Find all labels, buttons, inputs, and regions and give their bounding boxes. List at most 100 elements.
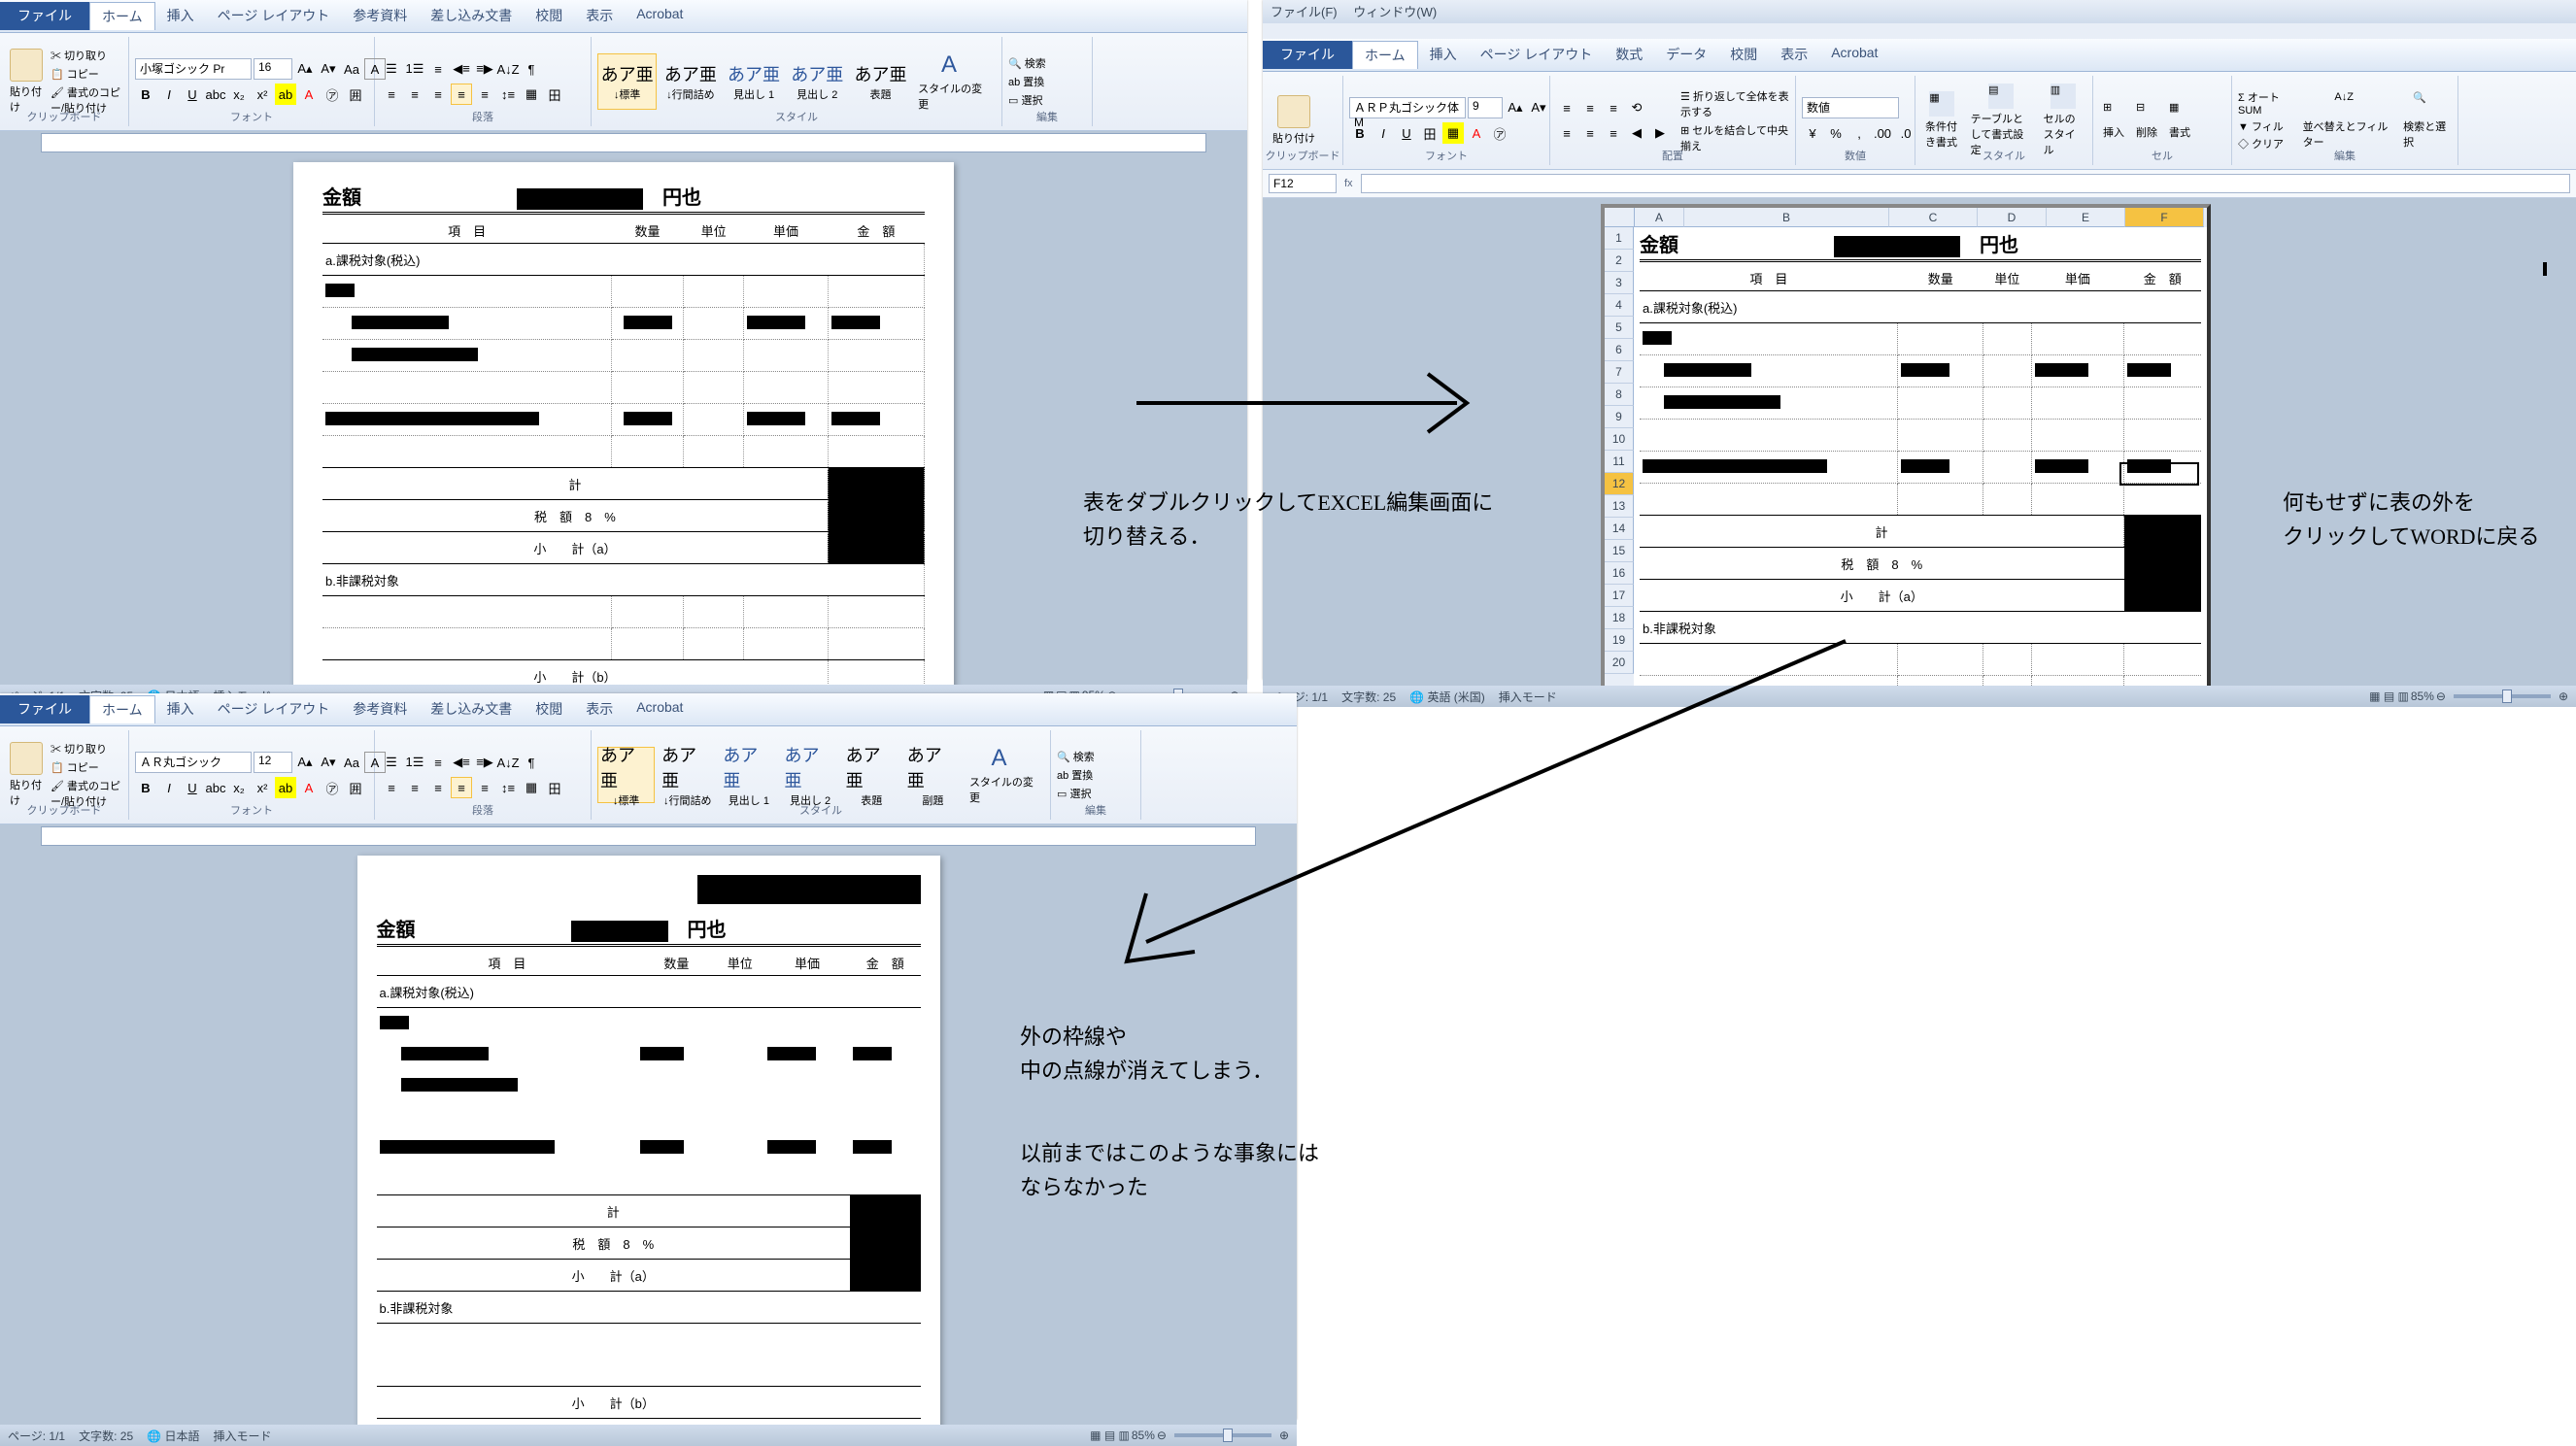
shrink-font-button[interactable]: A▾ — [1528, 97, 1549, 118]
menu-home[interactable]: ホーム — [89, 695, 155, 723]
copy-button[interactable]: 📋 コピー — [51, 759, 122, 775]
underline-button[interactable]: U — [1396, 122, 1417, 144]
cut-button[interactable]: ✂ 切り取り — [51, 741, 122, 757]
find-button[interactable]: 🔍 検索 — [1008, 55, 1046, 71]
grow-font-button[interactable]: A▴ — [1505, 97, 1526, 118]
delete-cells-button[interactable]: ⊟削除 — [2132, 99, 2161, 142]
sort-filter-button[interactable]: A↓Z並べ替えとフィルター — [2299, 89, 2396, 151]
align-right[interactable]: ≡ — [1603, 122, 1624, 144]
font-color-button[interactable]: A — [298, 84, 320, 105]
ruby-button[interactable]: ㋐ — [1489, 122, 1510, 144]
fill-color-button[interactable]: ▦ — [1442, 122, 1464, 144]
style-heading1[interactable]: あア亜見出し 1 — [724, 53, 783, 110]
view-buttons[interactable]: ▦ ▤ ▥ — [2369, 689, 2409, 703]
sheet-cells[interactable]: 金額 円也 項 目数量単位単価金 額 a.課税対象(税込) — [1634, 227, 2207, 686]
percent-button[interactable]: % — [1825, 122, 1847, 144]
zoom-level[interactable]: 85% — [1132, 1429, 1155, 1442]
menu-references[interactable]: 参考資料 — [341, 695, 419, 723]
font-color-button[interactable]: A — [1466, 122, 1487, 144]
font-name-select[interactable]: ＡＲ丸ゴシック — [135, 752, 252, 773]
numbering-button[interactable]: 1☰ — [404, 58, 425, 80]
borders-button[interactable]: 田 — [1419, 122, 1441, 144]
align-center[interactable]: ≡ — [1579, 122, 1601, 144]
replace-button[interactable]: ab 置換 — [1008, 74, 1046, 89]
menu-mailings[interactable]: 差し込み文書 — [419, 695, 524, 723]
menu-layout[interactable]: ページ レイアウト — [206, 695, 342, 723]
window-menu[interactable]: ウィンドウ(W) — [1353, 5, 1437, 19]
col-E[interactable]: E — [2047, 208, 2125, 227]
menu-file[interactable]: ファイル — [1263, 41, 1352, 69]
font-size-select[interactable]: 12 — [254, 752, 292, 773]
zoom-level[interactable]: 85% — [2411, 689, 2434, 703]
font-name-select[interactable]: ＡＲＰ丸ゴシック体M — [1349, 97, 1466, 118]
show-marks-button[interactable]: ¶ — [521, 58, 542, 80]
view-buttons[interactable]: ▦ ▤ ▥ — [1090, 1429, 1130, 1442]
menu-view[interactable]: 表示 — [574, 695, 625, 723]
paste-button[interactable]: 貼り付け — [6, 47, 47, 117]
file-menu[interactable]: ファイル(F) — [1271, 5, 1338, 19]
paste-button[interactable]: 貼り付け — [1269, 93, 1319, 148]
indent-inc-button[interactable]: ≡▶ — [474, 58, 495, 80]
menu-view[interactable]: 表示 — [574, 2, 625, 30]
grow-font-button[interactable]: A▴ — [294, 58, 316, 80]
ruler[interactable] — [41, 133, 1206, 152]
zoom-in-button[interactable]: ⊕ — [1279, 1429, 1289, 1442]
enclose-button[interactable]: 囲 — [345, 84, 366, 105]
active-cell[interactable] — [2119, 462, 2199, 486]
zoom-slider[interactable] — [1174, 1433, 1271, 1437]
align-right-button[interactable]: ≡ — [427, 84, 449, 105]
col-D[interactable]: D — [1978, 208, 2047, 227]
line-spacing-button[interactable]: ↕≡ — [497, 84, 519, 105]
col-A[interactable]: A — [1635, 208, 1684, 227]
align-top[interactable]: ≡ — [1556, 97, 1577, 118]
font-name-select[interactable]: 小塚ゴシック Pr — [135, 58, 252, 80]
style-normal[interactable]: あア亜↓標準 — [597, 747, 655, 803]
subscript-button[interactable]: x₂ — [228, 84, 250, 105]
ruler[interactable] — [41, 826, 1256, 846]
menu-data[interactable]: データ — [1654, 41, 1718, 69]
zoom-in-button[interactable]: ⊕ — [2559, 689, 2568, 703]
col-B[interactable]: B — [1684, 208, 1889, 227]
find-select-button[interactable]: 🔍検索と選択 — [2399, 89, 2452, 151]
menu-review[interactable]: 校閲 — [1718, 41, 1769, 69]
formula-input[interactable] — [1361, 174, 2570, 193]
menu-insert[interactable]: 挿入 — [155, 2, 206, 30]
align-left-button[interactable]: ≡ — [381, 84, 402, 105]
menu-mailings[interactable]: 差し込み文書 — [419, 2, 524, 30]
indent-dec[interactable]: ◀ — [1626, 122, 1647, 144]
borders-button[interactable]: 田 — [544, 84, 565, 105]
menu-file[interactable]: ファイル — [0, 695, 89, 723]
shrink-font-button[interactable]: A▾ — [318, 58, 339, 80]
italic-button[interactable]: I — [158, 84, 180, 105]
col-F[interactable]: F — [2125, 208, 2204, 227]
menu-formula[interactable]: 数式 — [1604, 41, 1654, 69]
change-styles-button[interactable]: Aスタイルの変更 — [966, 743, 1044, 807]
inc-decimal-button[interactable]: .00 — [1872, 122, 1893, 144]
select-button[interactable]: ▭ 選択 — [1008, 92, 1046, 108]
font-size-select[interactable]: 16 — [254, 58, 292, 80]
distribute-button[interactable]: ≡ — [474, 84, 495, 105]
menu-acrobat[interactable]: Acrobat — [1819, 41, 1889, 69]
sort-button[interactable]: A↓Z — [497, 58, 519, 80]
justify-button[interactable]: ≡ — [451, 84, 472, 105]
style-no-spacing[interactable]: あア亜↓行間詰め — [661, 53, 720, 110]
indent-dec-button[interactable]: ◀≡ — [451, 58, 472, 80]
strike-button[interactable]: abc — [205, 84, 226, 105]
menu-home[interactable]: ホーム — [1352, 41, 1418, 69]
autosum-button[interactable]: Σ オート SUM — [2238, 89, 2295, 117]
highlight-button[interactable]: ab — [275, 84, 296, 105]
menu-view[interactable]: 表示 — [1769, 41, 1819, 69]
style-normal[interactable]: あア亜↓標準 — [597, 53, 657, 110]
conditional-format-button[interactable]: ▦条件付き書式 — [1921, 89, 1963, 151]
change-styles-button[interactable]: Aスタイルの変更 — [914, 50, 996, 114]
menu-file[interactable]: ファイル — [0, 2, 89, 30]
name-box[interactable]: F12 — [1269, 174, 1337, 193]
font-size-select[interactable]: 9 — [1468, 97, 1503, 118]
number-format-select[interactable]: 数値 — [1802, 97, 1899, 118]
status-lang[interactable]: 🌐 日本語 — [147, 1428, 199, 1444]
underline-button[interactable]: U — [182, 84, 203, 105]
menu-review[interactable]: 校閲 — [524, 695, 574, 723]
orientation[interactable]: ⟲ — [1626, 97, 1647, 118]
menu-home[interactable]: ホーム — [89, 2, 155, 30]
italic-button[interactable]: I — [1373, 122, 1394, 144]
